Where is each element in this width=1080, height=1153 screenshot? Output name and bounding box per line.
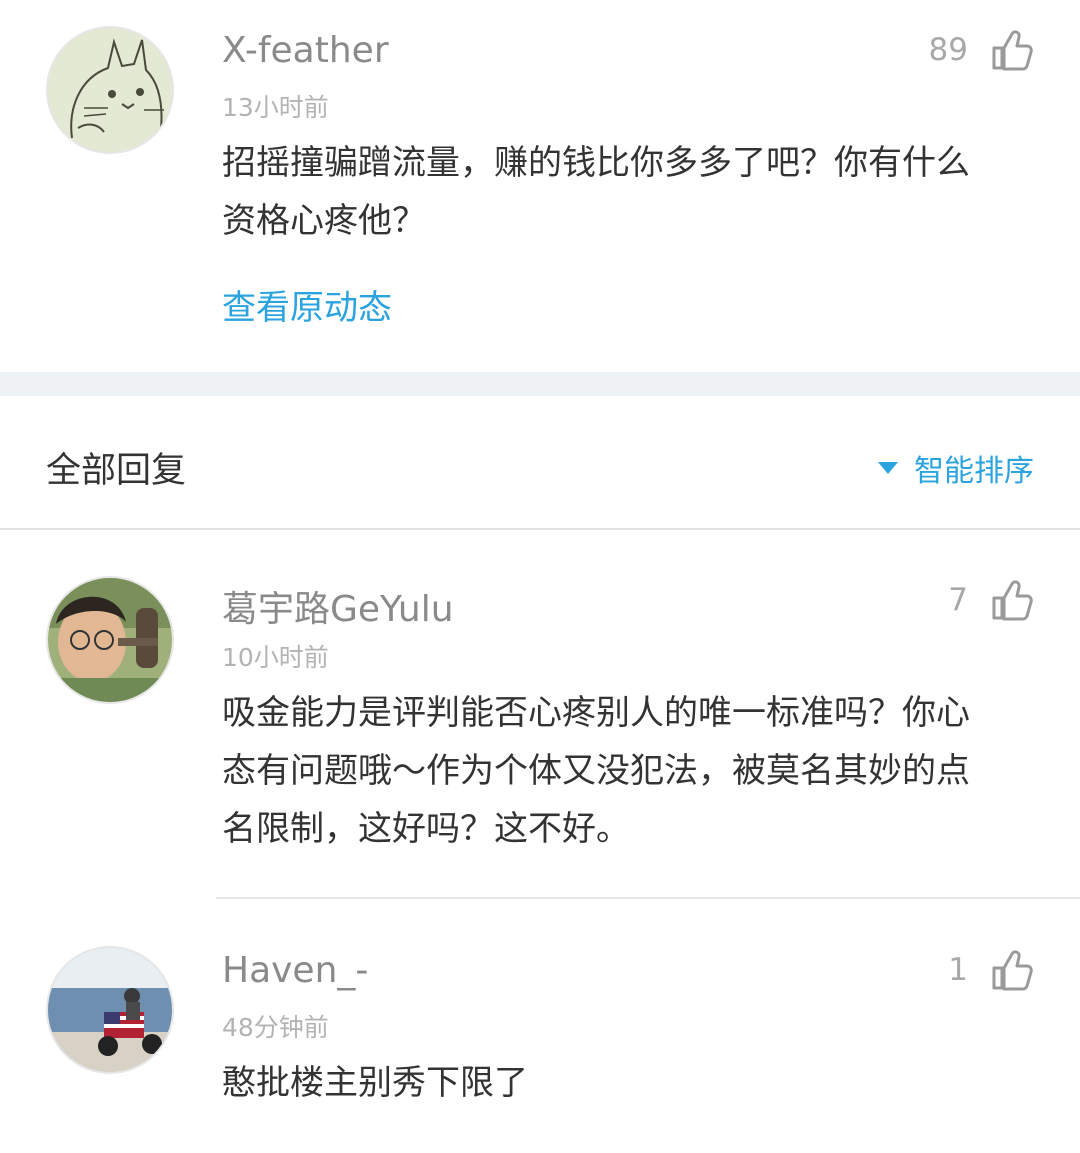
like-count: 7	[948, 582, 968, 618]
totoro-avatar-drawing	[48, 28, 172, 152]
original-comment: X-feather 13小时前 89 招摇撞骗蹭流量，赚的钱比你多多了吧？你有什…	[0, 0, 1080, 372]
view-original-link[interactable]: 查看原动态	[222, 280, 392, 329]
like-button[interactable]: 89	[929, 28, 1034, 72]
thumbs-up-icon	[990, 28, 1034, 72]
reply-item: Haven_- 48分钟前 1 憨批楼主别秀下限了	[0, 930, 1080, 1153]
divider	[216, 897, 1080, 899]
comment-text: 招摇撞骗蹭流量，赚的钱比你多多了吧？你有什么 资格心疼他？	[222, 143, 970, 241]
sort-label: 智能排序	[914, 454, 1034, 489]
all-replies-title: 全部回复	[46, 451, 187, 491]
avatar[interactable]	[46, 946, 174, 1074]
triangle-down-icon	[878, 462, 898, 474]
thumbs-up-icon	[990, 578, 1034, 622]
username[interactable]: Haven_-	[222, 950, 368, 991]
motorcycle-photo-avatar	[48, 948, 172, 1072]
avatar[interactable]	[46, 576, 174, 704]
divider	[0, 528, 1080, 530]
section-separator	[0, 372, 1080, 396]
username[interactable]: 葛宇路GeYulu	[222, 580, 454, 632]
comment-text: 吸金能力是评判能否心疼别人的唯一标准吗？你心 态有问题哦～作为个体又没犯法，被莫…	[222, 693, 970, 849]
like-button[interactable]: 1	[948, 948, 1034, 992]
avatar[interactable]	[46, 26, 174, 154]
username[interactable]: X-feather	[222, 30, 389, 71]
sort-dropdown[interactable]: 智能排序	[878, 446, 1034, 490]
timestamp: 13小时前	[222, 93, 329, 122]
timestamp: 10小时前	[222, 643, 329, 672]
timestamp: 48分钟前	[222, 1013, 329, 1042]
like-count: 89	[928, 32, 968, 68]
reply-item: 葛宇路GeYulu 10小时前 7 吸金能力是评判能否心疼别人的唯一标准吗？你心…	[0, 560, 1080, 896]
thumbs-up-icon	[990, 948, 1034, 992]
like-button[interactable]: 7	[948, 578, 1034, 622]
comment-text: 憨批楼主别秀下限了	[222, 1063, 528, 1103]
person-photo-avatar	[48, 578, 172, 702]
like-count: 1	[948, 952, 968, 988]
